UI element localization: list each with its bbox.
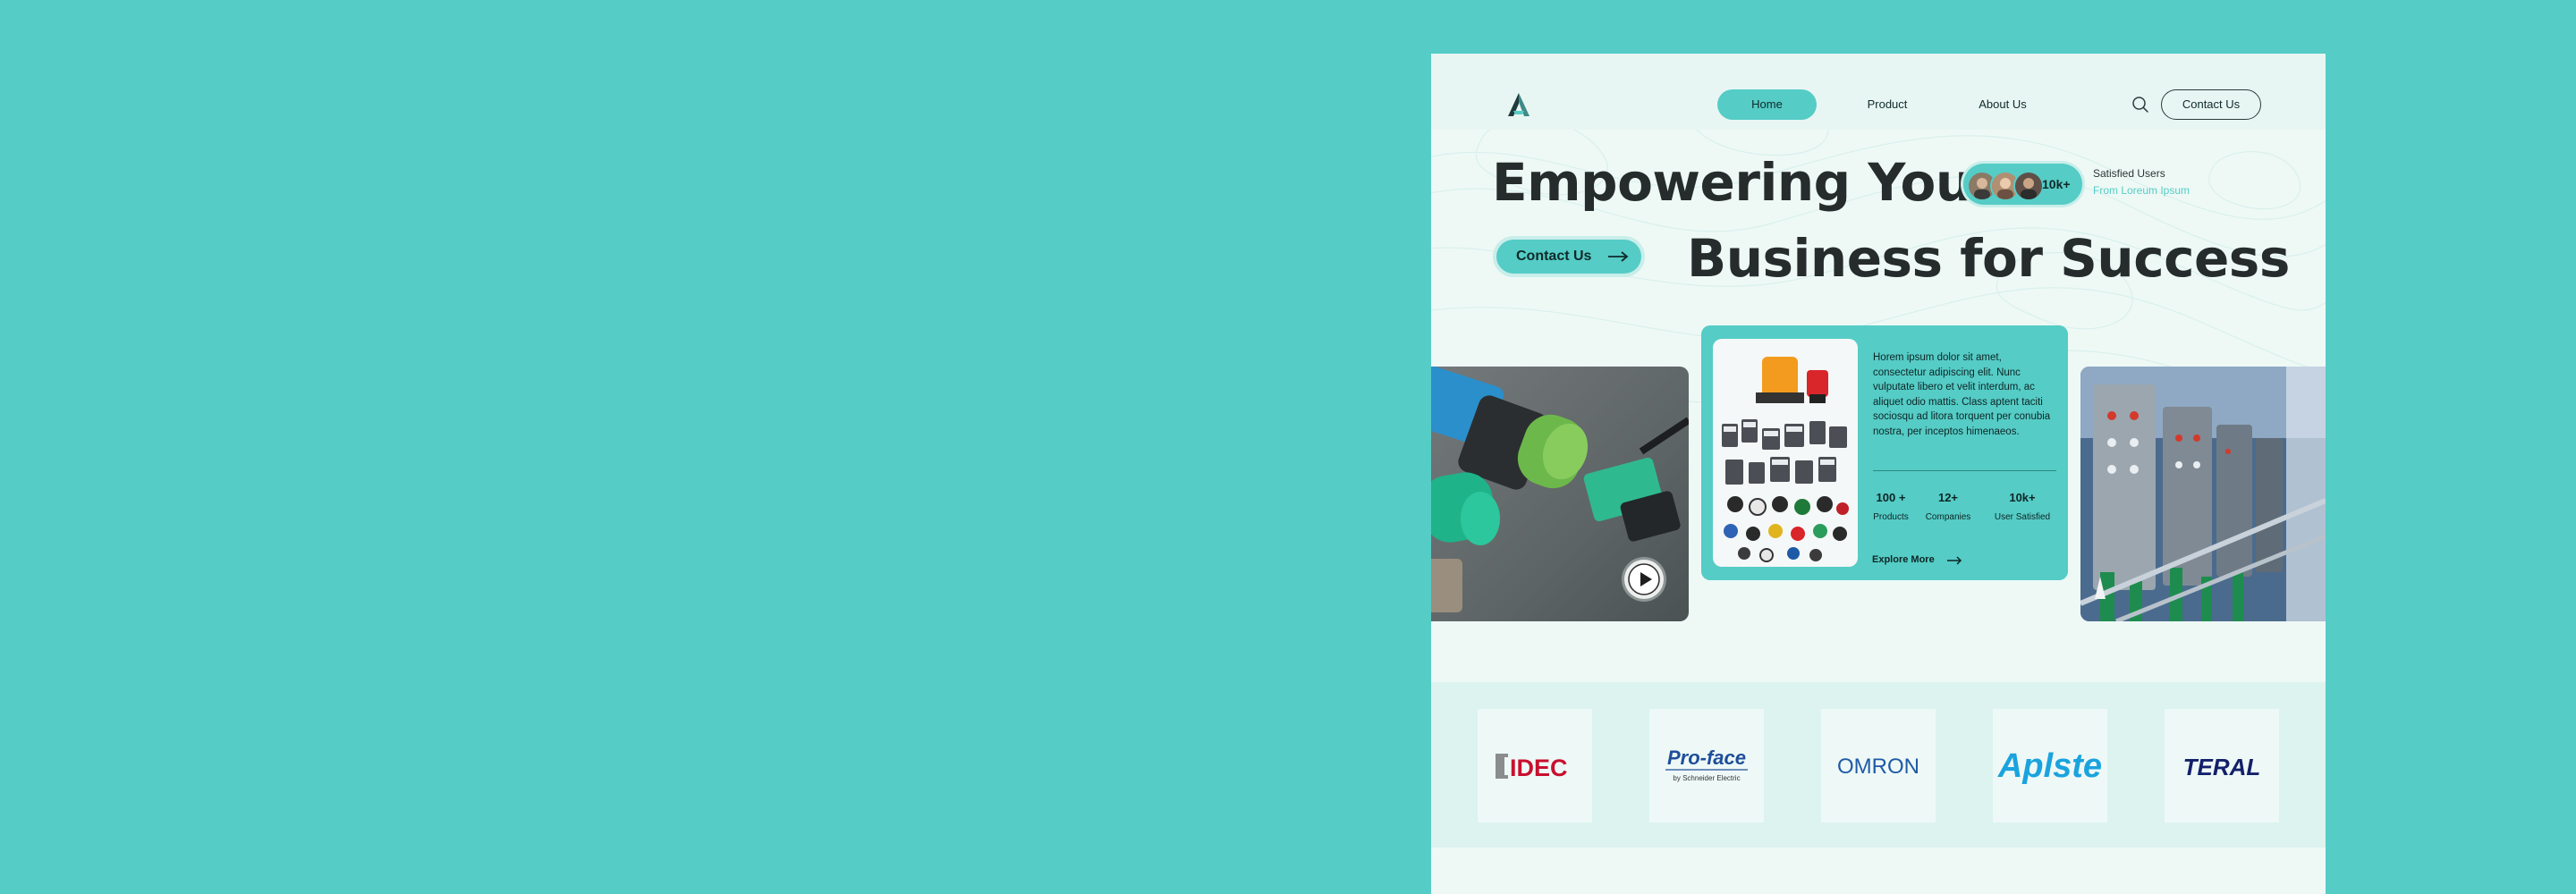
play-video-button[interactable]	[1624, 560, 1664, 599]
partner-logos-section: IDEC Pro-face by Schneider Electric OMRO…	[1431, 682, 2326, 848]
partner-logo-idec[interactable]: IDEC	[1478, 709, 1592, 822]
explore-more-link[interactable]: Explore More	[1872, 554, 1935, 565]
users-count: 10k+	[2042, 177, 2071, 191]
feature-card: Horem ipsum dolor sit amet, consectetur …	[1701, 325, 2068, 580]
stat-companies-label: Companies	[1925, 512, 1971, 522]
nav-about-us[interactable]: About Us	[1962, 89, 2043, 120]
users-subtitle: From Loreum Ipsum	[2093, 184, 2190, 197]
stat-companies-value: 12+	[1937, 491, 1959, 504]
hero-headline-line1: Empowering Your	[1492, 152, 1997, 213]
teral-logo: TERAL	[2183, 754, 2261, 780]
contact-us-button[interactable]: Contact Us	[2161, 89, 2261, 120]
hero-headline-line2: Business for Success	[1687, 228, 2290, 289]
components-illustration	[1722, 357, 1849, 562]
users-title: Satisfied Users	[2093, 167, 2165, 180]
arrow-right-icon	[1947, 556, 1962, 565]
partner-logo-teral[interactable]: TERAL	[2165, 709, 2279, 822]
partner-logo-proface[interactable]: Pro-face by Schneider Electric	[1649, 709, 1764, 822]
nav-home[interactable]: Home	[1717, 89, 1817, 120]
partner-logo-aplste[interactable]: Aplste	[1993, 709, 2107, 822]
stat-products-value: 100 +	[1876, 491, 1906, 504]
satisfied-users-pill: 10k+	[1963, 164, 2082, 205]
top-navigation: Home Product About Us Contact Us	[1431, 54, 2326, 130]
control-panel-image	[2080, 367, 2326, 621]
teral-logo-text: TERAL	[2183, 754, 2261, 780]
avatar	[2013, 171, 2044, 201]
sensor-product-image	[1431, 367, 1689, 621]
divider	[1873, 470, 2056, 471]
play-icon	[1628, 563, 1660, 595]
next-section-edge	[1431, 848, 2326, 894]
control-panel-illustration	[2080, 367, 2326, 621]
idec-logo-text: IDEC	[1510, 755, 1568, 781]
stat-users-value: 10k+	[2009, 491, 2036, 504]
proface-logo-text: Pro-face	[1667, 746, 1746, 769]
stat-users-label: User Satisfied	[1994, 512, 2051, 522]
omron-logo: OMRON	[1837, 755, 1919, 779]
proface-logo-subtext: by Schneider Electric	[1673, 774, 1740, 782]
partner-logo-omron[interactable]: OMRON	[1821, 709, 1936, 822]
components-product-image	[1713, 339, 1858, 567]
idec-logo: IDEC	[1496, 754, 1568, 781]
hero-contact-button[interactable]: Contact Us	[1496, 240, 1641, 274]
proface-logo: Pro-face by Schneider Electric	[1665, 746, 1748, 782]
brand-logo-icon[interactable]	[1505, 91, 1532, 118]
aplste-logo: Aplste	[1997, 747, 2102, 785]
nav-product[interactable]: Product	[1852, 89, 1923, 120]
landing-page: Home Product About Us Contact Us Empower…	[1431, 54, 2326, 894]
hero-contact-label: Contact Us	[1516, 249, 1592, 264]
search-icon[interactable]	[2131, 95, 2150, 114]
omron-logo-text: OMRON	[1837, 755, 1919, 779]
feature-description: Horem ipsum dolor sit amet, consectetur …	[1873, 352, 2051, 437]
aplste-logo-text: Aplste	[1997, 747, 2102, 785]
stat-products-label: Products	[1873, 512, 1909, 522]
arrow-right-icon	[1608, 251, 1629, 262]
